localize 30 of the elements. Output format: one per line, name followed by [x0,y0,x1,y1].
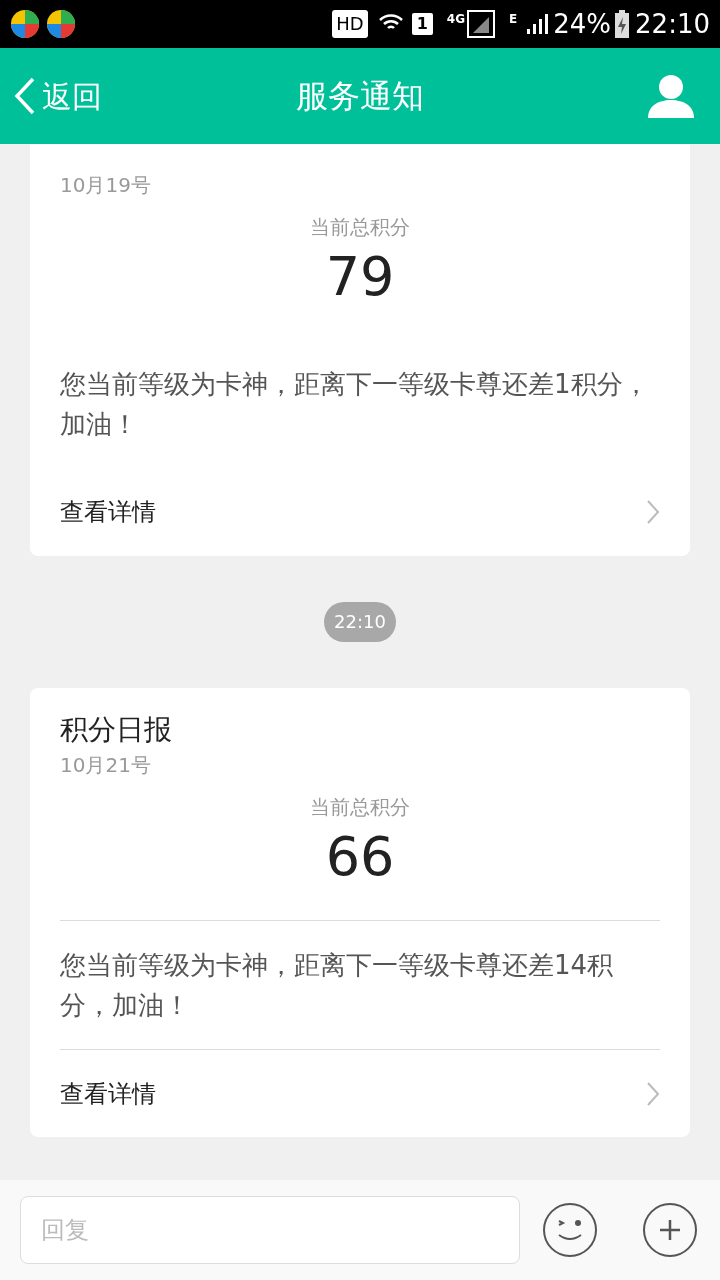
network-label: 4G [446,11,466,28]
clock: 22:10 [635,7,710,41]
message-text: 您当前等级为卡神，距离下一等级卡尊还差1积分，加油！ [60,368,650,441]
points-value: 66 [324,824,396,890]
signal-icon [467,10,496,38]
details-link[interactable]: 查看详情 [60,468,660,556]
points-label: 当前总积分 [309,214,411,241]
battery-percent: 24% [553,7,612,41]
app-icon [46,9,76,39]
points-value: 79 [324,244,396,310]
card-date: 10月21号 [60,752,152,779]
reply-field[interactable]: 回复 [20,1196,520,1264]
signal-icon [525,12,550,36]
network-label: E [509,11,518,28]
back-icon [14,77,36,115]
battery-icon [615,10,630,38]
sim-badge: 1 [411,13,433,35]
add-icon[interactable] [642,1202,698,1258]
app-icon [10,9,40,39]
chevron-icon [646,1080,660,1107]
hd-badge: HD [332,10,368,38]
points-label: 当前总积分 [309,794,411,821]
page-title: 服务通知 [296,76,424,117]
card-date: 10月19号 [60,172,152,199]
card-title: 积分日报 [60,712,173,748]
chevron-icon [646,499,660,525]
emoji-icon[interactable] [542,1202,598,1258]
details-link[interactable]: 查看详情 [60,1049,660,1137]
message-text: 您当前等级为卡神，距离下一等级卡尊还差14积分，加油！ [60,949,615,1022]
timestamp: 22:10 [324,602,396,642]
